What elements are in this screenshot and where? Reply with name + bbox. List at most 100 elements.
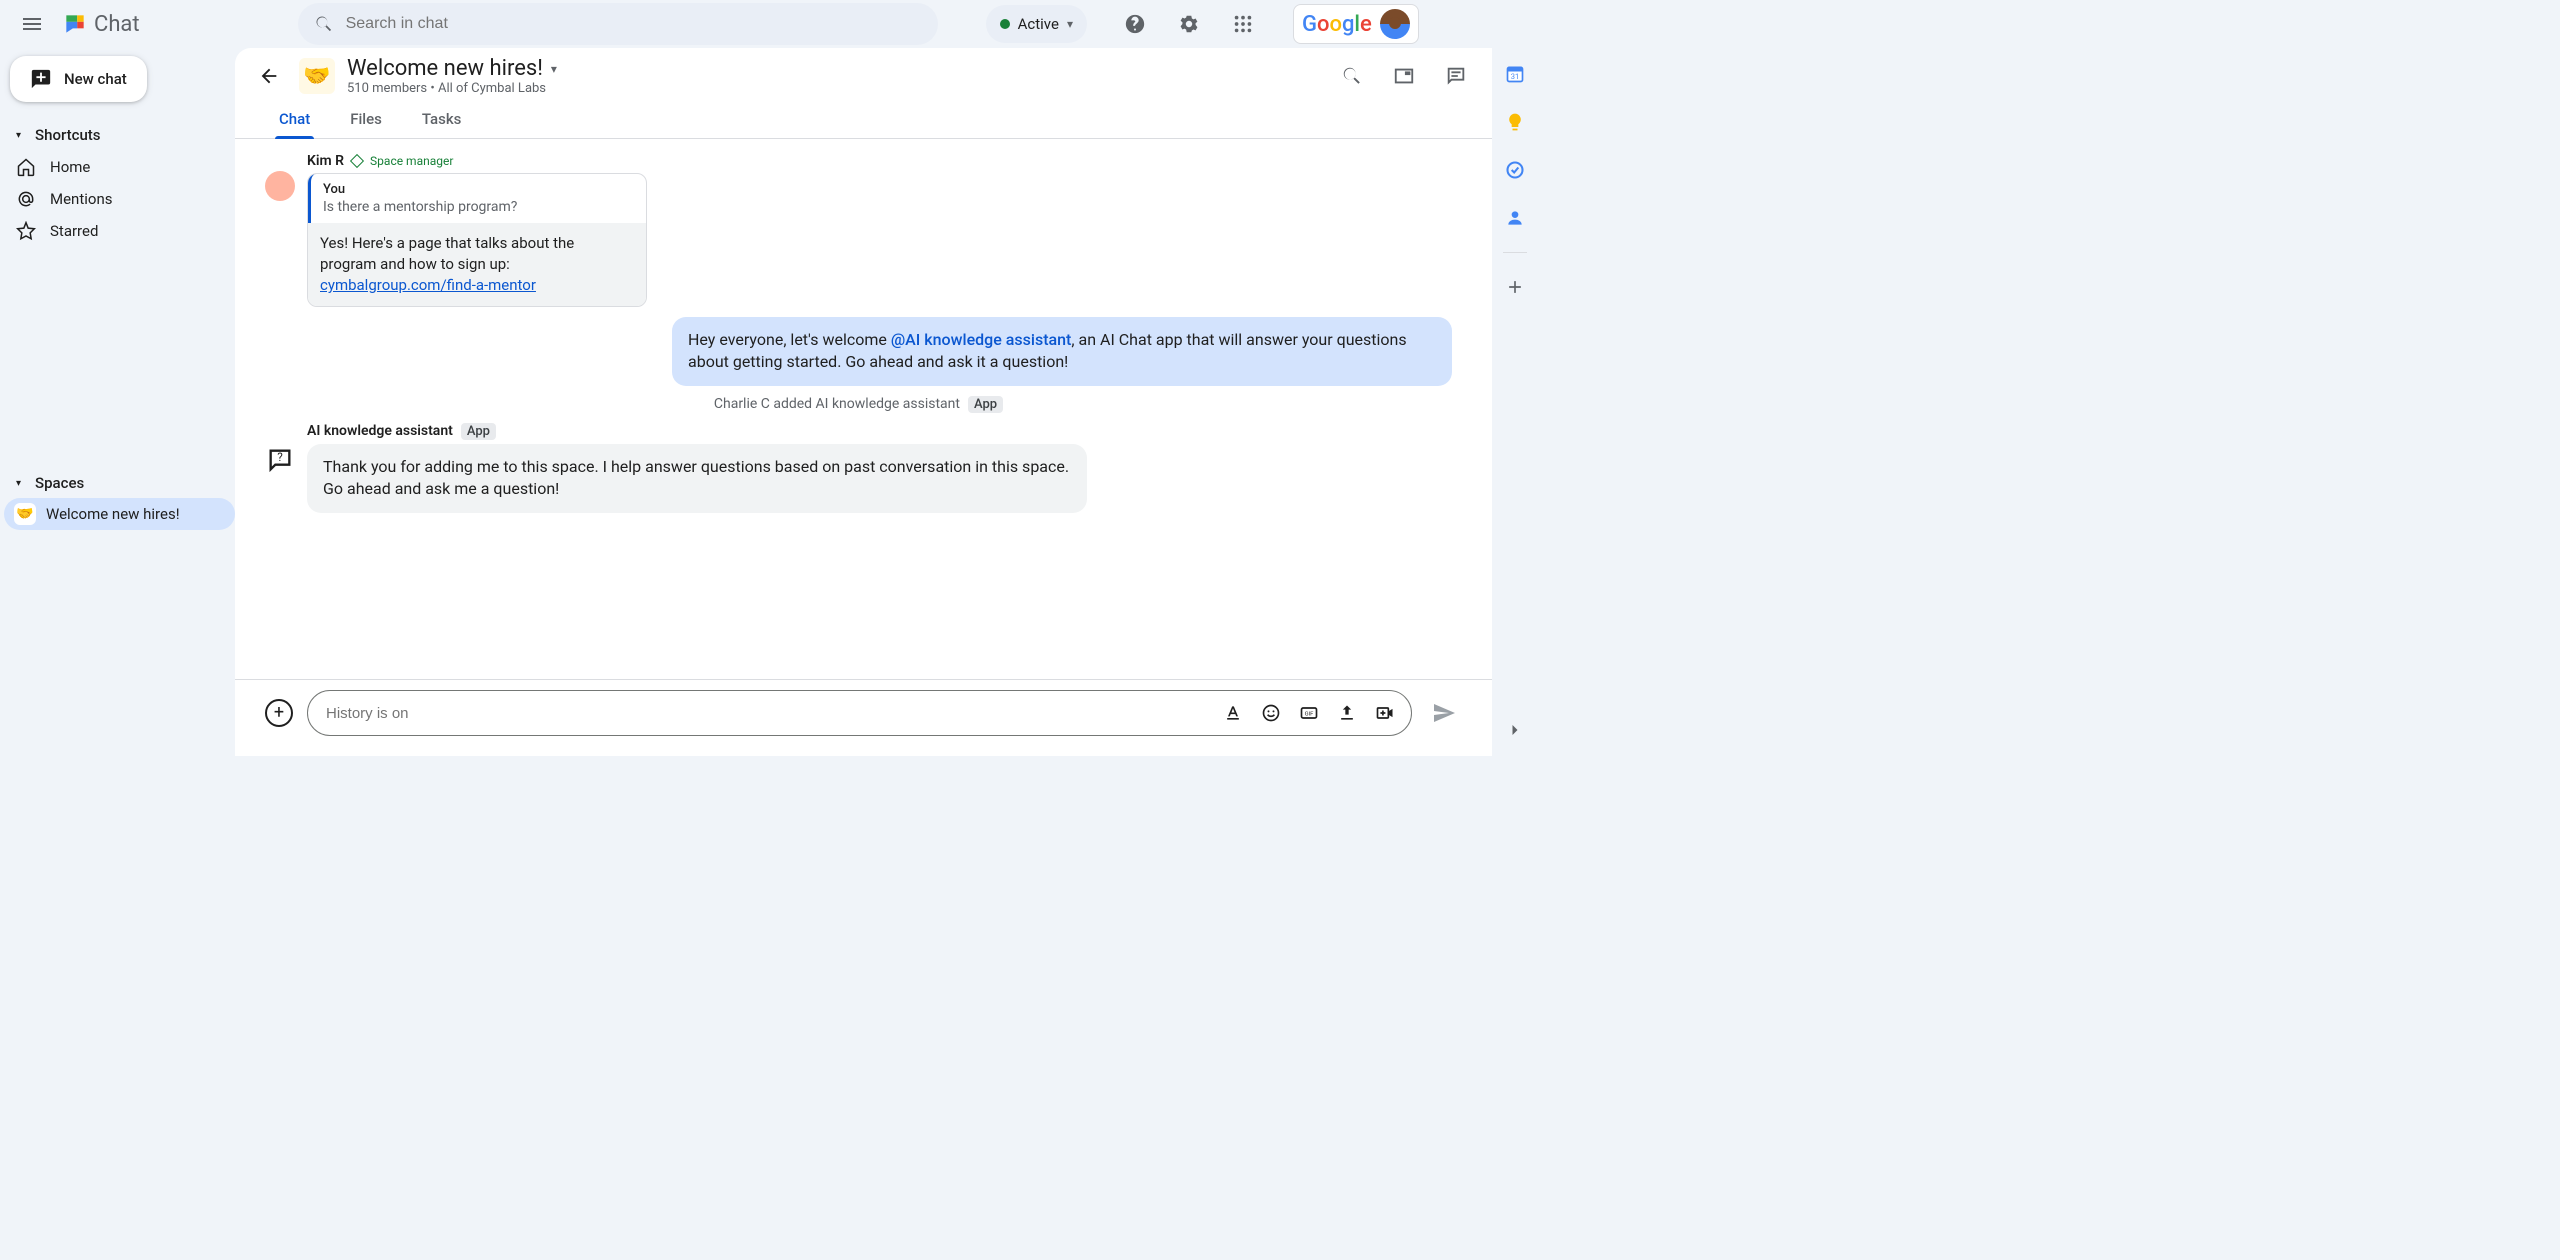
status-selector[interactable]: Active ▾: [986, 5, 1087, 43]
manager-badge-icon: [350, 154, 364, 168]
message-row: ? AI knowledge assistant App Thank you f…: [265, 423, 1452, 513]
emoji-icon: [1261, 703, 1281, 723]
reply-text: Yes! Here's a page that talks about the …: [308, 223, 646, 306]
status-active-dot-icon: [1000, 19, 1010, 29]
right-side-panel: 31: [1492, 48, 1536, 756]
keep-icon: [1505, 112, 1525, 132]
send-icon: [1432, 701, 1456, 725]
collapse-icon: ▾: [16, 130, 21, 141]
upload-button[interactable]: [1333, 699, 1361, 727]
new-chat-icon: [30, 68, 52, 90]
video-button[interactable]: [1371, 699, 1399, 727]
space-header: 🤝 Welcome new hires! ▾ 510 members • All…: [235, 48, 1492, 96]
quoted-original: You Is there a mentorship program?: [308, 174, 646, 223]
panel-divider: [1503, 252, 1527, 253]
svg-text:GIF: GIF: [1305, 712, 1315, 718]
settings-button[interactable]: [1169, 4, 1209, 44]
app-badge: App: [461, 423, 496, 440]
chat-question-icon: ?: [266, 446, 294, 474]
handshake-emoji-icon: 🤝: [14, 503, 36, 525]
google-logo: Google: [1302, 12, 1372, 37]
panel-icon: [1393, 65, 1415, 87]
space-emoji-icon: 🤝: [299, 58, 335, 94]
svg-text:?: ?: [277, 450, 283, 464]
search-input[interactable]: [346, 15, 922, 33]
send-button[interactable]: [1426, 695, 1462, 731]
new-chat-button[interactable]: New chat: [10, 56, 147, 102]
message-row: Kim R Space manager You Is there a mento…: [265, 153, 1452, 307]
account-switcher[interactable]: Google: [1293, 4, 1419, 44]
chevron-right-icon: [1505, 720, 1525, 740]
topbar: Chat Active ▾ Google: [0, 0, 1536, 48]
app-name: Chat: [94, 12, 140, 37]
quoted-reply-bubble: You Is there a mentorship program? Yes! …: [307, 173, 647, 307]
nav-starred[interactable]: Starred: [10, 216, 235, 246]
sender-name: Kim R: [307, 153, 344, 169]
main-menu-button[interactable]: [12, 4, 52, 44]
nav-home[interactable]: Home: [10, 152, 235, 182]
person-icon: [1505, 208, 1525, 228]
calendar-app-button[interactable]: 31: [1501, 60, 1529, 88]
get-addons-button[interactable]: [1501, 273, 1529, 301]
main-content: 🤝 Welcome new hires! ▾ 510 members • All…: [235, 48, 1492, 756]
compose-input[interactable]: [326, 705, 1209, 722]
help-button[interactable]: [1115, 4, 1155, 44]
sender-role: Space manager: [370, 154, 453, 168]
threads-button[interactable]: [1436, 56, 1476, 96]
search-icon: [314, 14, 334, 34]
back-button[interactable]: [251, 58, 287, 94]
spaces-label: Spaces: [35, 474, 84, 492]
system-event: Charlie C added AI knowledge assistant A…: [265, 396, 1452, 413]
sender-avatar[interactable]: [265, 171, 295, 201]
apps-button[interactable]: [1223, 4, 1263, 44]
search-in-space-button[interactable]: [1332, 56, 1372, 96]
shortcuts-label: Shortcuts: [35, 126, 100, 144]
user-avatar[interactable]: [1380, 9, 1410, 39]
compose-box[interactable]: GIF: [307, 690, 1412, 736]
search-bar[interactable]: [298, 3, 938, 45]
nav-mentions-label: Mentions: [50, 190, 112, 208]
compose-area: + GIF: [235, 679, 1492, 756]
format-button[interactable]: [1219, 699, 1247, 727]
at-icon: [16, 189, 36, 209]
shortcuts-section-header[interactable]: ▾ Shortcuts: [10, 120, 235, 150]
calendar-icon: 31: [1505, 64, 1525, 84]
tasks-app-button[interactable]: [1501, 156, 1529, 184]
emoji-button[interactable]: [1257, 699, 1285, 727]
spaces-section-header[interactable]: ▾ Spaces: [10, 468, 235, 498]
collapse-panel-button[interactable]: [1505, 720, 1525, 744]
left-navigation: New chat ▾ Shortcuts Home Mentions Starr…: [0, 48, 235, 756]
quoted-text: Is there a mentorship program?: [323, 199, 634, 215]
nav-mentions[interactable]: Mentions: [10, 184, 235, 214]
app-badge: App: [968, 396, 1003, 413]
message-list: Kim R Space manager You Is there a mento…: [235, 139, 1492, 679]
nav-home-label: Home: [50, 158, 90, 176]
reply-link[interactable]: cymbalgroup.com/find-a-mentor: [320, 276, 536, 294]
gif-button[interactable]: GIF: [1295, 699, 1323, 727]
quoted-sender: You: [323, 182, 634, 197]
keep-app-button[interactable]: [1501, 108, 1529, 136]
gear-icon: [1178, 13, 1200, 35]
space-title: Welcome new hires!: [347, 56, 543, 81]
side-panel-button[interactable]: [1384, 56, 1424, 96]
system-text: Charlie C added AI knowledge assistant: [714, 396, 960, 412]
tab-chat[interactable]: Chat: [275, 102, 314, 138]
mention-link[interactable]: @AI knowledge assistant: [891, 330, 1072, 349]
compose-add-button[interactable]: +: [265, 699, 293, 727]
gif-icon: GIF: [1299, 703, 1319, 723]
upload-icon: [1337, 703, 1357, 723]
collapse-icon: ▾: [16, 478, 21, 489]
tab-tasks[interactable]: Tasks: [418, 102, 466, 138]
space-item-welcome-new-hires[interactable]: 🤝 Welcome new hires!: [4, 498, 235, 530]
star-icon: [16, 221, 36, 241]
new-chat-label: New chat: [64, 70, 127, 88]
chevron-down-icon: ▾: [1067, 17, 1073, 31]
space-subtitle: 510 members • All of Cymbal Labs: [347, 81, 557, 96]
tab-files[interactable]: Files: [346, 102, 386, 138]
space-menu-button[interactable]: ▾: [551, 62, 557, 76]
video-add-icon: [1375, 703, 1395, 723]
app-logo: Chat: [62, 11, 140, 37]
arrow-left-icon: [258, 65, 280, 87]
nav-starred-label: Starred: [50, 222, 98, 240]
contacts-app-button[interactable]: [1501, 204, 1529, 232]
